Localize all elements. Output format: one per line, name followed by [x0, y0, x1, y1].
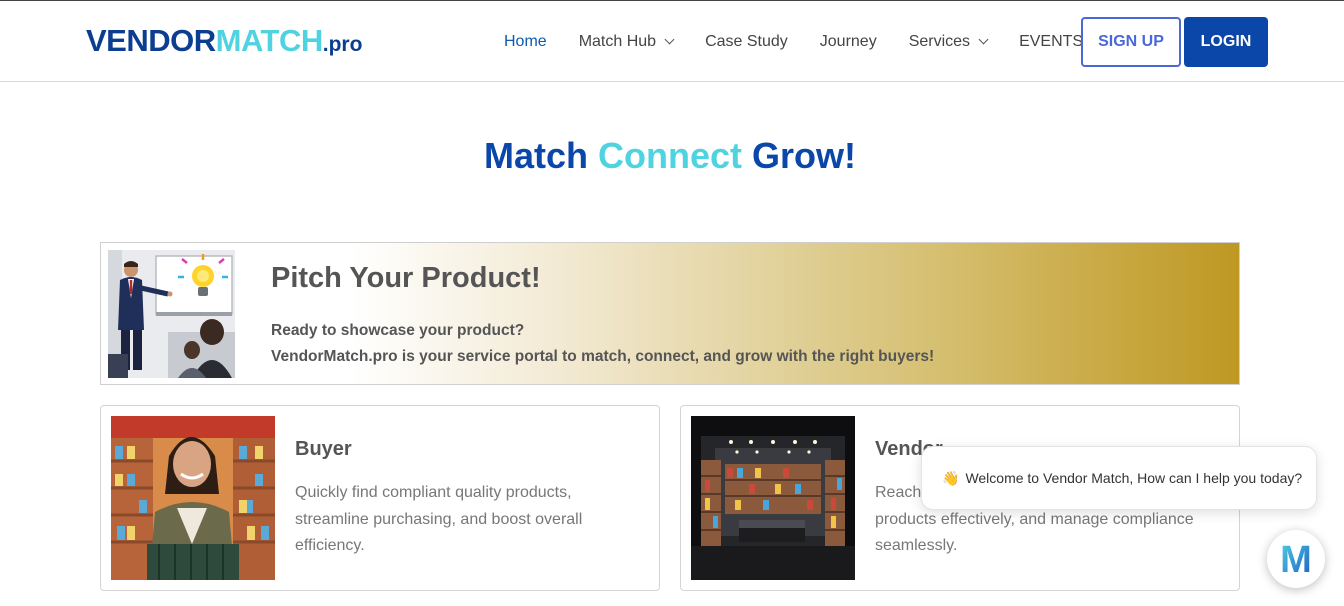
nav-journey[interactable]: Journey — [807, 23, 890, 61]
nav-home-label: Home — [504, 33, 547, 50]
pitch-line-2: VendorMatch.pro is your service portal t… — [271, 348, 935, 365]
pitch-title: Pitch Your Product! — [271, 262, 541, 294]
chat-greeting-bubble[interactable]: 👋 Welcome to Vendor Match, How can I hel… — [921, 446, 1317, 510]
login-button[interactable]: LOGIN — [1184, 17, 1268, 67]
nav-match-hub-label: Match Hub — [578, 33, 657, 50]
chevron-down-icon — [664, 34, 675, 45]
nav-case-study[interactable]: Case Study — [692, 23, 801, 61]
nav-home[interactable]: Home — [491, 23, 560, 61]
waving-hand-icon: 👋 — [942, 469, 960, 486]
main-nav: Home Match Hub Case Study Journey Servic… — [488, 23, 1099, 61]
pitch-banner[interactable]: Pitch Your Product! Ready to showcase yo… — [100, 242, 1240, 385]
logo-match: MATCH — [215, 23, 324, 58]
shopper-image — [111, 416, 275, 580]
nav-case-study-label: Case Study — [705, 33, 788, 50]
site-logo[interactable]: VENDORMATCH.pro — [86, 23, 362, 63]
hero-word-grow: Grow! — [752, 135, 857, 176]
hero-title: Match Connect Grow! — [0, 134, 1340, 178]
buyer-card-title: Buyer — [295, 438, 352, 460]
nav-services-label: Services — [908, 33, 971, 50]
chat-launcher-button[interactable]: M — [1267, 530, 1325, 588]
logo-vendor: VENDOR — [86, 23, 216, 58]
logo-suffix: .pro — [322, 33, 363, 56]
vendor-match-m-icon: M — [1280, 539, 1312, 579]
nav-services[interactable]: Services — [896, 23, 1000, 61]
site-header: VENDORMATCH.pro Home Match Hub Case Stud… — [0, 1, 1344, 82]
hero-word-connect: Connect — [598, 135, 742, 176]
store-shelves-image — [691, 416, 855, 580]
pitch-line-1: Ready to showcase your product? — [271, 322, 525, 339]
buyer-card-description: Quickly find compliant quality products,… — [295, 484, 583, 554]
signup-button[interactable]: SIGN UP — [1081, 17, 1181, 67]
presenter-lightbulb-image — [108, 250, 235, 378]
chat-launcher-letter: M — [1280, 539, 1312, 579]
chat-greeting-text: Welcome to Vendor Match, How can I help … — [965, 470, 1303, 486]
nav-match-hub[interactable]: Match Hub — [566, 23, 686, 61]
nav-events-label: EVENTS — [1019, 33, 1084, 50]
nav-journey-label: Journey — [819, 33, 877, 50]
buyer-card[interactable]: Buyer Quickly find compliant quality pro… — [100, 405, 660, 591]
chevron-down-icon — [978, 34, 989, 45]
hero-word-match: Match — [483, 135, 588, 176]
